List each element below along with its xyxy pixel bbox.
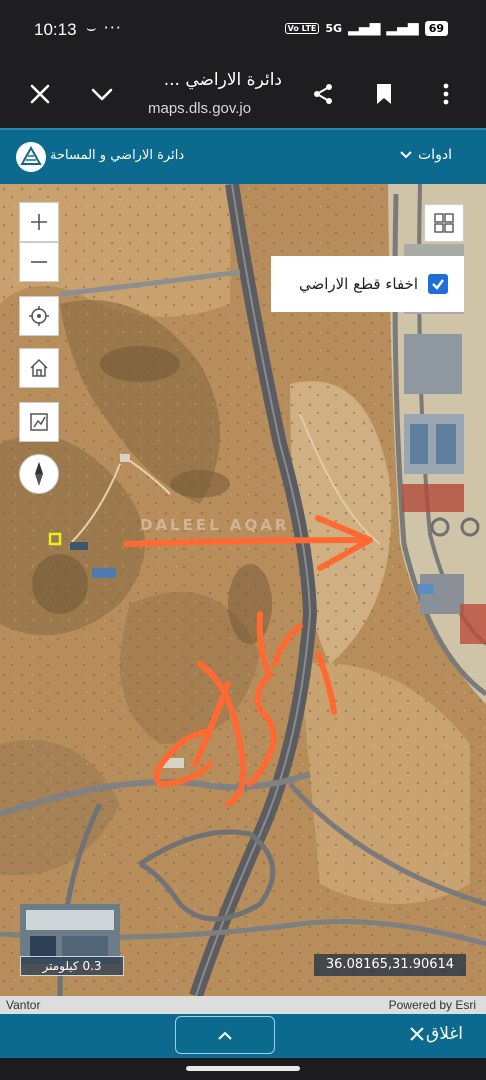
status-notification-icons: ⌣ ··· [86,18,122,37]
page-url: maps.dls.gov.jo [148,100,252,117]
dls-logo-icon [16,142,46,172]
tools-menu-button[interactable]: ادوات [400,147,452,163]
bookmark-icon [377,84,391,104]
phone-screen: 10:13 ⌣ ··· Vo LTE 5G ▂▄▆ ▂▄▆ 69 دائرة ا… [0,0,486,1080]
close-icon [30,84,50,104]
signal-icon: ▂▄▆ [348,20,381,36]
minimize-button[interactable] [84,76,120,112]
chevron-down-icon [91,88,113,101]
esri-credit[interactable]: Powered by Esri [389,998,476,1012]
bottom-panel: اغلاق [0,1014,486,1058]
home-gesture-bar[interactable] [186,1066,300,1071]
compass-icon [35,462,43,486]
plus-icon [31,214,47,230]
hide-parcels-label: اخفاء قطع الاراضي [298,275,418,293]
imagery-credit: Vantor [6,998,41,1012]
scale-bar: 0.3 كيلومتر [20,956,124,976]
more-options-button[interactable] [428,76,464,112]
browser-toolbar: دائرة الاراضي ... maps.dls.gov.jo [0,62,486,128]
basemap-gallery-button[interactable] [424,204,464,242]
volte-icon: Vo LTE [284,22,320,34]
chevron-up-icon [218,1031,232,1040]
zoom-out-button[interactable] [19,242,59,282]
site-name: دائرة الاراضي و المساحة [50,148,185,163]
satellite-map[interactable]: DALEEL AQAR اخفاء قطع الاراضي 0.3 كيلومت… [0,184,486,996]
tools-menu-label: ادوات [418,147,452,163]
signal-icon-2: ▂▄▆ [386,20,419,36]
coordinates-readout: 36.08165,31.90614 [314,954,466,976]
hide-parcels-checkbox[interactable] [428,274,448,294]
zoom-in-button[interactable] [19,202,59,242]
map-attribution: Vantor Powered by Esri [0,996,486,1014]
hide-parcels-toggle[interactable]: اخفاء قطع الاراضي [271,256,464,312]
network-type: 5G [325,21,343,35]
measure-icon [30,413,48,431]
crosshair-icon [29,306,49,326]
watermark: DALEEL AQAR [140,516,290,534]
locate-button[interactable] [19,296,59,336]
status-icons: Vo LTE 5G ▂▄▆ ▂▄▆ 69 [284,20,448,36]
close-panel-label: اغلاق [426,1024,463,1044]
close-tab-button[interactable] [22,76,58,112]
page-title: دائرة الاراضي ... [163,70,282,90]
home-icon [30,358,48,377]
status-time: 10:13 [34,20,77,39]
status-bar: 10:13 ⌣ ··· Vo LTE 5G ▂▄▆ ▂▄▆ 69 [0,0,486,62]
battery-icon: 69 [424,20,448,36]
compass-button[interactable] [19,454,59,494]
share-button[interactable] [305,76,341,112]
measure-button[interactable] [19,402,59,442]
close-panel-button[interactable]: اغلاق [410,1024,463,1044]
share-icon [314,84,332,104]
checkmark-icon [432,279,444,290]
chevron-down-icon [400,151,412,159]
system-nav-bar [0,1058,486,1080]
close-icon [410,1027,424,1041]
expand-panel-button[interactable] [175,1016,275,1054]
grid-icon [434,213,454,233]
bookmark-button[interactable] [366,76,402,112]
site-header: دائرة الاراضي و المساحة ادوات [0,128,486,184]
minus-icon [31,261,47,263]
more-vert-icon [443,83,449,105]
home-extent-button[interactable] [19,348,59,388]
